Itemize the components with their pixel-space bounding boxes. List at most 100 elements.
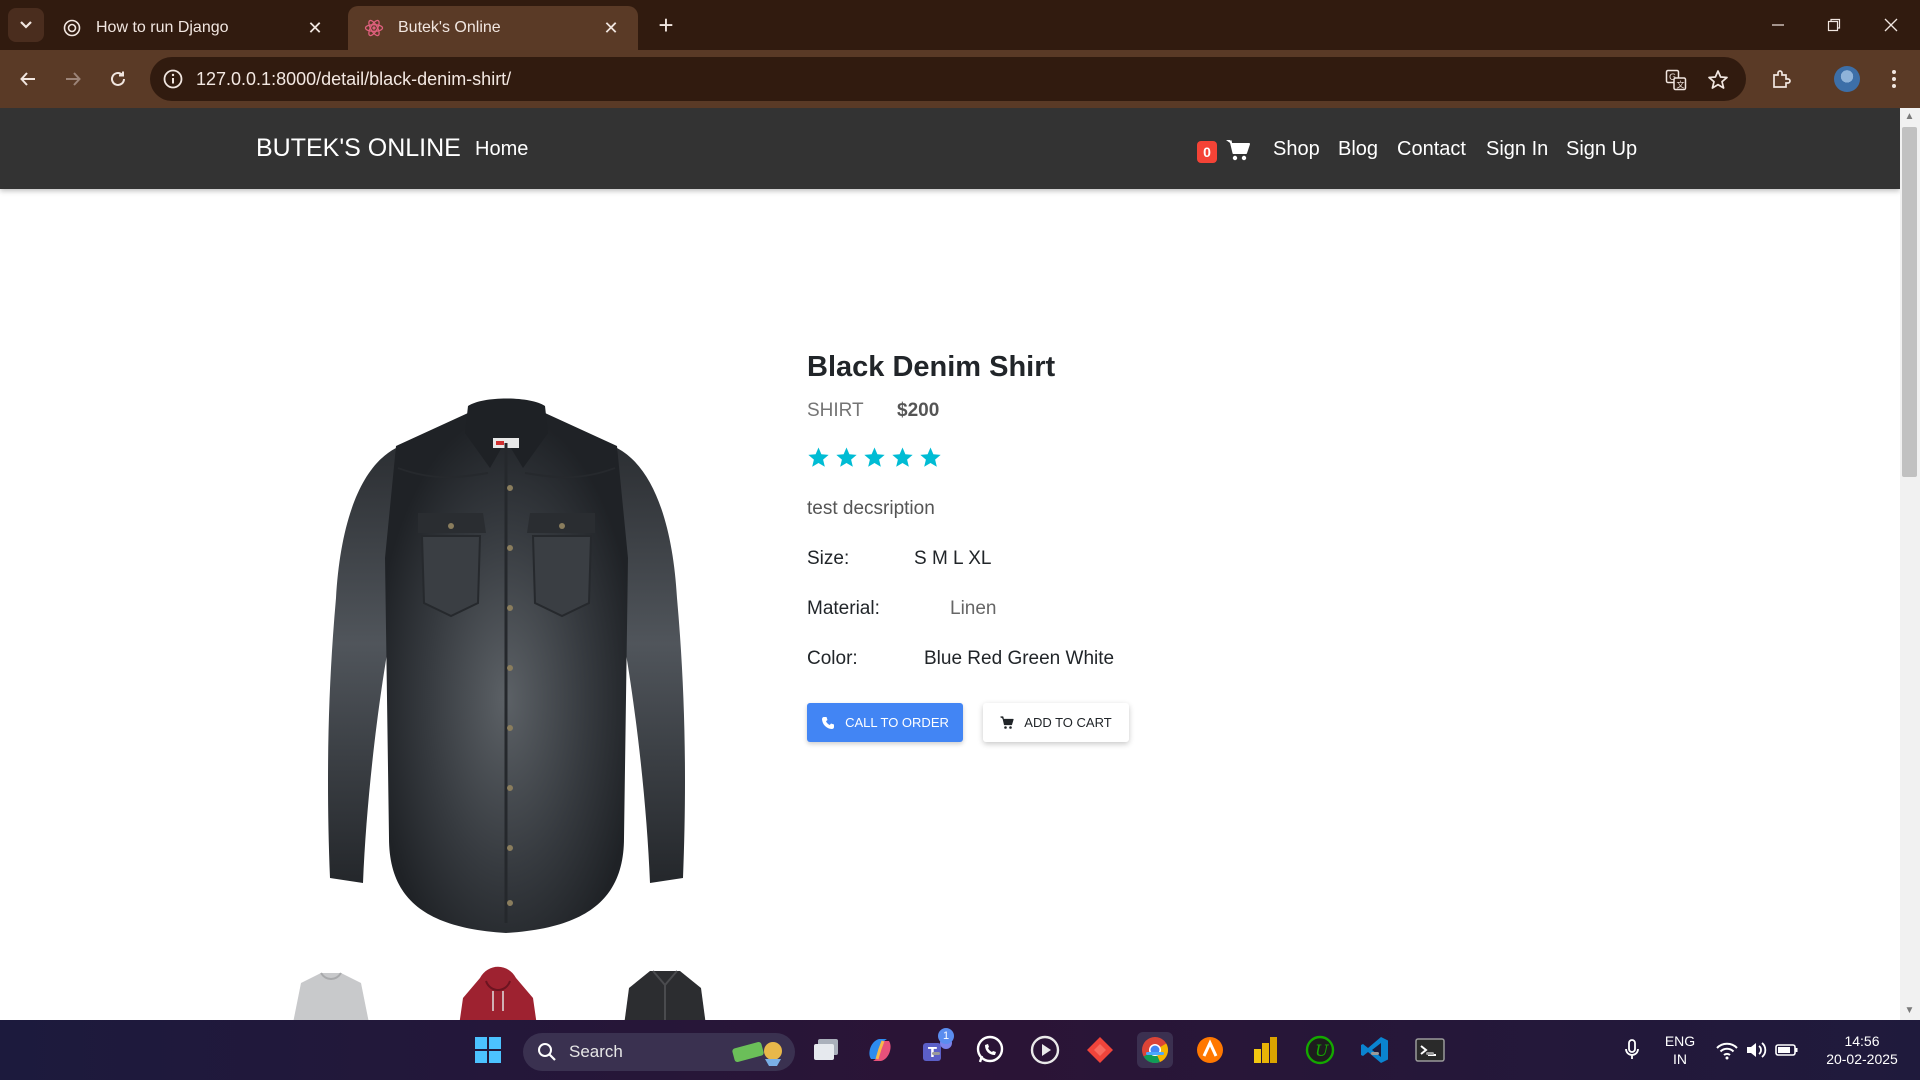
restore-icon — [1827, 18, 1841, 32]
arrow-right-icon — [66, 72, 81, 86]
shopping-cart-icon[interactable] — [1225, 138, 1251, 162]
taskbar-search[interactable]: Search — [523, 1033, 795, 1071]
window-close-button[interactable] — [1871, 10, 1911, 40]
star-icon — [808, 447, 829, 467]
nav-sign-up-link[interactable]: Sign Up — [1566, 138, 1637, 161]
wifi-icon — [1716, 1042, 1738, 1060]
color-label: Color: — [807, 648, 858, 669]
star-icon — [892, 447, 913, 467]
volume-icon — [1747, 1042, 1767, 1058]
running-indicator — [1426, 1052, 1434, 1055]
translate-icon[interactable]: G文 — [1664, 68, 1688, 92]
arrow-left-icon — [20, 72, 35, 86]
shopping-cart-icon — [1000, 715, 1014, 729]
nav-contact-link[interactable]: Contact — [1397, 138, 1466, 161]
copilot-icon[interactable] — [862, 1032, 898, 1068]
microphone-icon[interactable] — [1614, 1032, 1650, 1068]
svg-text:U: U — [1315, 1041, 1329, 1060]
close-icon[interactable]: ✕ — [600, 18, 622, 39]
minimize-button[interactable] — [1758, 10, 1798, 40]
reload-icon — [111, 71, 125, 86]
close-icon[interactable]: ✕ — [304, 18, 326, 39]
cart-count-badge[interactable]: 0 — [1197, 141, 1217, 163]
call-to-order-label: CALL TO ORDER — [845, 715, 949, 730]
clock[interactable]: 14:56 20-02-2025 — [1812, 1032, 1912, 1068]
chrome-icon[interactable] — [1137, 1032, 1173, 1068]
tab-how-to-run-django[interactable]: How to run Django ✕ — [46, 6, 342, 50]
site-navbar: BUTEK'S ONLINE Home 0 Shop Blog Contact … — [0, 108, 1900, 189]
battery-icon — [1775, 1044, 1798, 1056]
thumbnail-black-jacket[interactable] — [615, 963, 715, 1020]
react-icon — [364, 18, 384, 38]
profile-avatar[interactable] — [1834, 66, 1860, 92]
restore-button[interactable] — [1814, 10, 1854, 40]
language-code: ENG — [1664, 1033, 1696, 1049]
teams-notification-badge: 1 — [938, 1028, 954, 1044]
star-icon — [864, 447, 885, 467]
close-icon — [1884, 18, 1898, 32]
page-viewport: BUTEK'S ONLINE Home 0 Shop Blog Contact … — [0, 108, 1900, 1020]
site-brand[interactable]: BUTEK'S ONLINE — [256, 134, 461, 163]
nav-sign-in-link[interactable]: Sign In — [1486, 138, 1548, 161]
clock-date: 20-02-2025 — [1826, 1051, 1898, 1067]
star-icon — [920, 447, 941, 467]
task-view-icon[interactable] — [808, 1032, 844, 1068]
rating-stars — [807, 446, 942, 469]
material-value: Linen — [950, 598, 997, 619]
color-value: Blue Red Green White — [924, 648, 1115, 669]
thumbnail-red-hoodie[interactable] — [448, 963, 548, 1020]
openai-icon — [62, 18, 82, 38]
upwork-icon[interactable]: U — [1302, 1032, 1338, 1068]
scrollbar-thumb[interactable] — [1902, 127, 1917, 477]
windows-start-icon[interactable] — [470, 1032, 506, 1068]
reload-button[interactable] — [103, 64, 133, 94]
phone-icon — [822, 716, 835, 729]
system-tray-status[interactable] — [1712, 1032, 1802, 1068]
forward-button[interactable] — [58, 64, 88, 94]
svg-text:文: 文 — [1677, 80, 1685, 90]
size-value: S M L XL — [914, 548, 992, 569]
menu-kebab-icon[interactable] — [1880, 65, 1908, 93]
nav-home-link[interactable]: Home — [475, 138, 528, 161]
product-category: SHIRT — [807, 400, 864, 421]
material-label: Material: — [807, 598, 880, 619]
region-code: IN — [1673, 1051, 1687, 1067]
anydesk-icon[interactable] — [1082, 1032, 1118, 1068]
media-player-icon[interactable] — [1027, 1032, 1063, 1068]
tab-buteks-online[interactable]: Butek's Online ✕ — [348, 6, 638, 50]
tab-title: How to run Django — [96, 19, 229, 36]
running-indicator — [932, 1052, 940, 1055]
power-bi-icon[interactable] — [1247, 1032, 1283, 1068]
clock-time: 14:56 — [1844, 1033, 1880, 1049]
site-info-icon[interactable] — [162, 68, 184, 90]
search-highlight-icon — [732, 1042, 782, 1066]
scroll-up-arrow-icon[interactable]: ▲ — [1902, 110, 1917, 124]
thumbnail-grey-sweatshirt[interactable] — [281, 963, 381, 1020]
avast-icon[interactable] — [1192, 1032, 1228, 1068]
terminal-icon[interactable] — [1412, 1032, 1448, 1068]
back-button[interactable] — [13, 64, 43, 94]
tab-search-button[interactable] — [8, 8, 44, 42]
new-tab-button[interactable]: + — [652, 12, 680, 40]
language-indicator[interactable]: ENG IN — [1660, 1032, 1700, 1068]
tab-strip: How to run Django ✕ Butek's Online ✕ + — [0, 0, 1920, 50]
nav-shop-link[interactable]: Shop — [1273, 138, 1320, 161]
vscode-icon[interactable] — [1357, 1032, 1393, 1068]
product-price: $200 — [897, 400, 940, 421]
url-text[interactable]: 127.0.0.1:8000/detail/black-denim-shirt/ — [196, 69, 511, 90]
add-to-cart-button[interactable]: ADD TO CART — [983, 703, 1129, 742]
taskbar-search-label: Search — [569, 1042, 623, 1061]
extensions-icon[interactable] — [1767, 65, 1795, 93]
address-bar[interactable]: 127.0.0.1:8000/detail/black-denim-shirt/… — [150, 57, 1746, 101]
whatsapp-icon[interactable] — [972, 1032, 1008, 1068]
size-label: Size: — [807, 548, 850, 569]
nav-blog-link[interactable]: Blog — [1338, 138, 1378, 161]
star-icon — [836, 447, 857, 467]
tab-title: Butek's Online — [398, 19, 501, 36]
running-indicator-active — [1146, 1052, 1164, 1055]
product-description: test decsription — [807, 498, 935, 519]
product-title: Black Denim Shirt — [807, 351, 1056, 383]
bookmark-star-icon[interactable] — [1706, 68, 1730, 92]
call-to-order-button[interactable]: CALL TO ORDER — [807, 703, 963, 742]
scroll-down-arrow-icon[interactable]: ▼ — [1902, 1004, 1917, 1018]
